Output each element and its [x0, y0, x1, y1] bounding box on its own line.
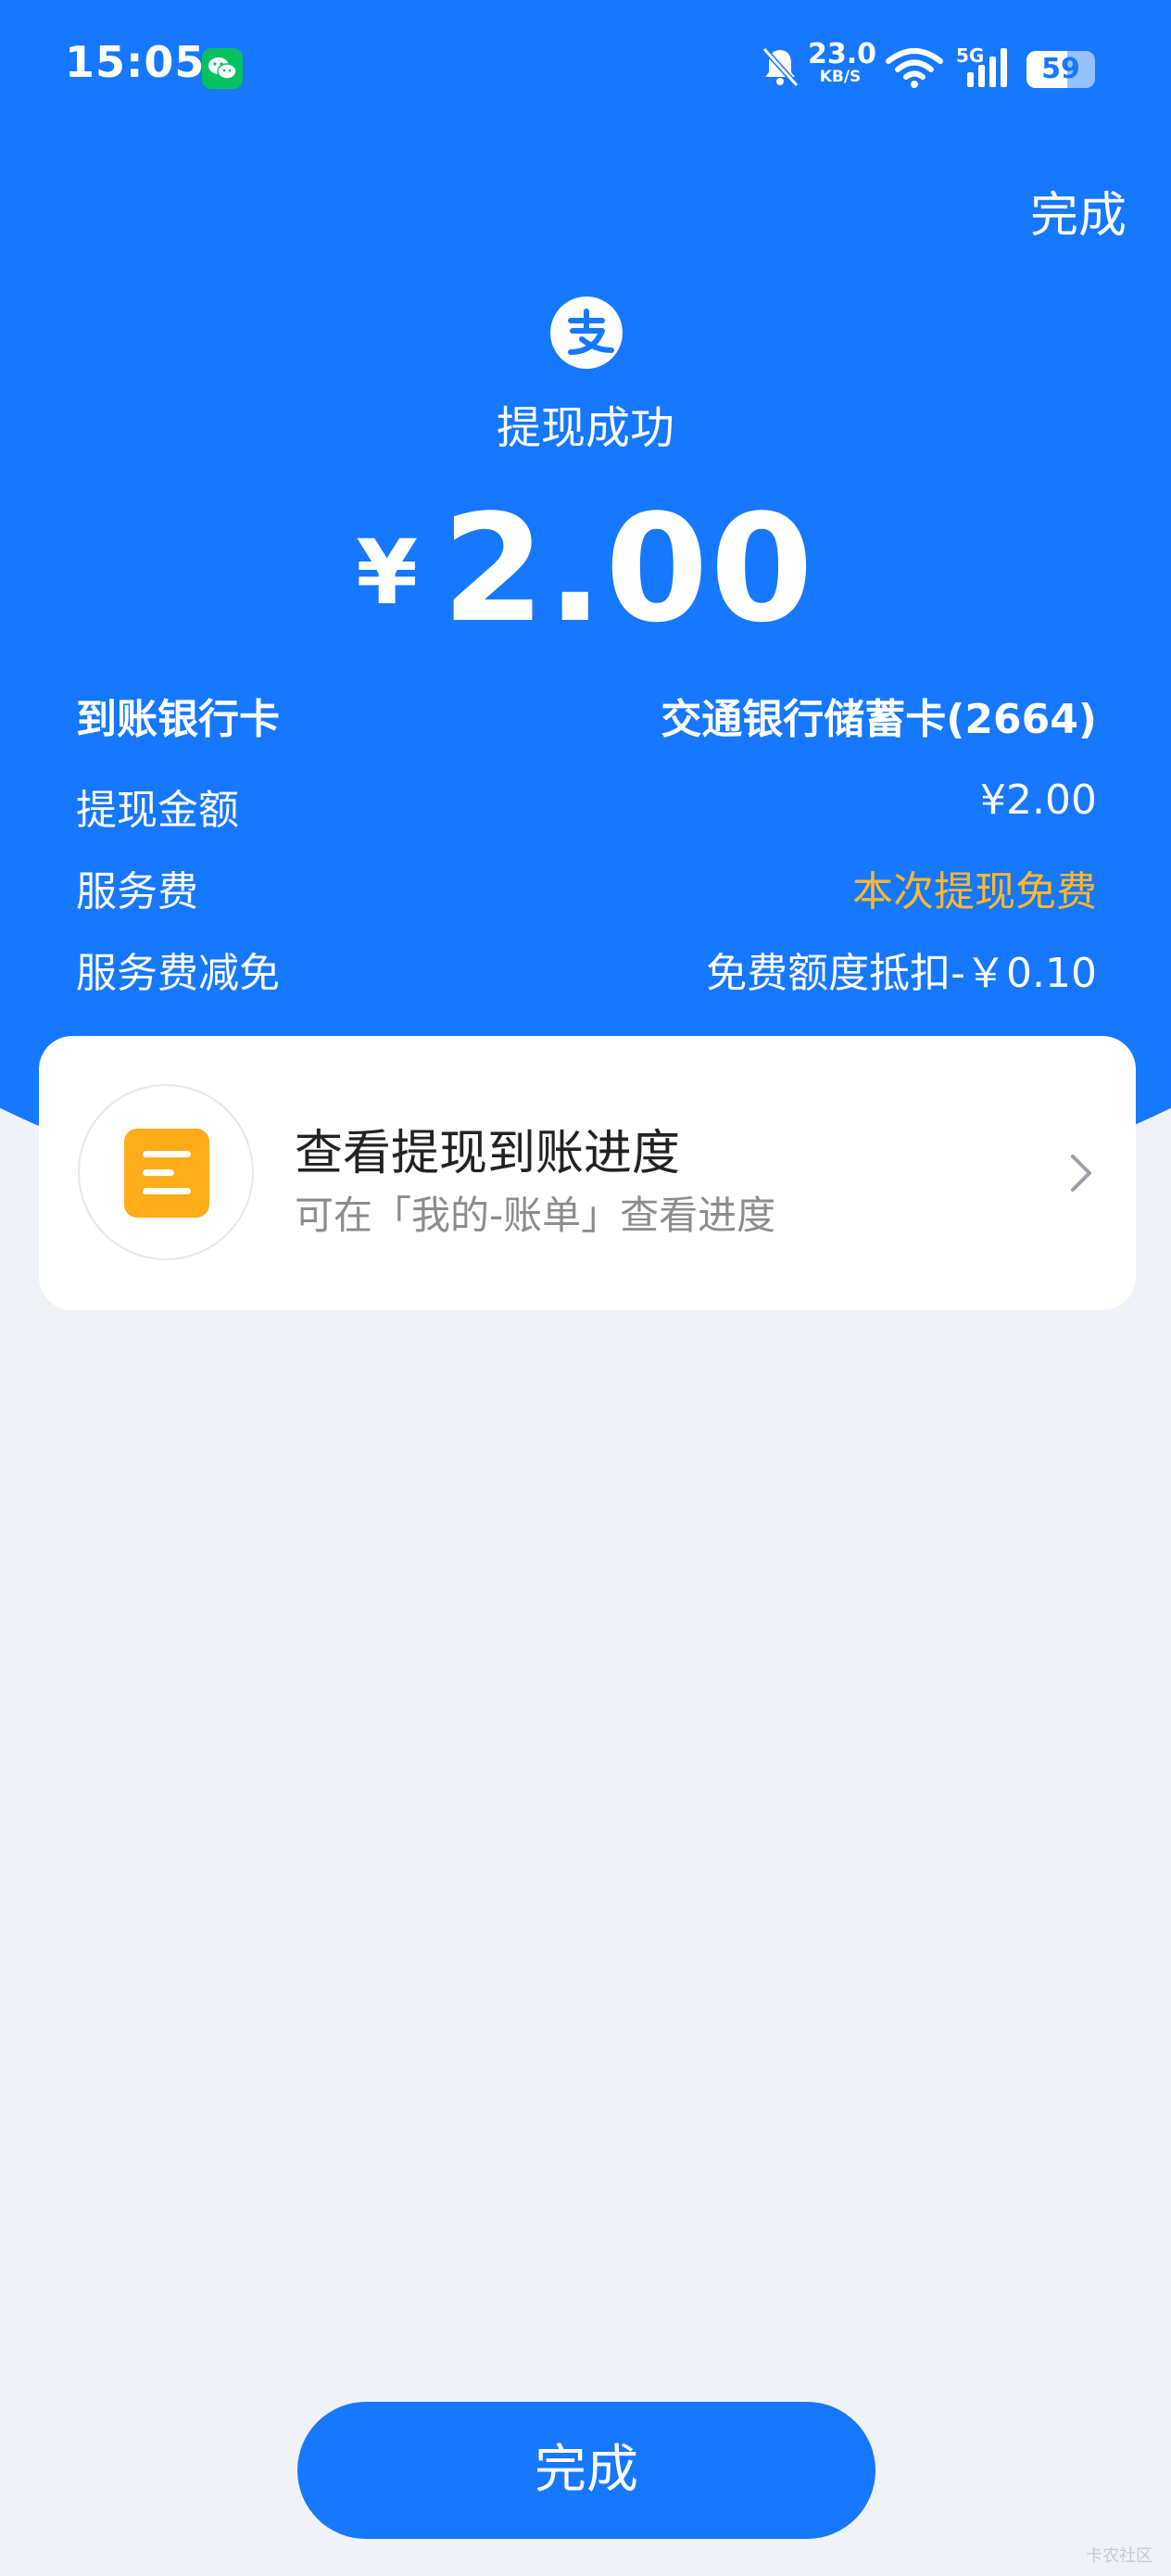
detail-value: 本次提现免费	[852, 868, 1097, 915]
detail-row-bank-card: 到账银行卡 交通银行储蓄卡(2664)	[76, 686, 1097, 777]
alipay-logo-icon	[550, 297, 623, 369]
done-top-button[interactable]: 完成	[1030, 176, 1127, 246]
detail-label: 服务费减免	[76, 950, 280, 997]
battery-icon: 59	[1026, 51, 1095, 88]
page-title: 提现成功	[496, 402, 674, 454]
withdraw-success-page: 15:05 23.0 KB/S 5G 59 完成 提现成功 ¥ 2.00 到账银…	[0, 0, 1171, 2576]
battery-level: 59	[1041, 53, 1080, 85]
detail-row-fee-waiver: 服务费减免 免费额度抵扣-￥0.10	[76, 940, 1097, 1021]
wifi-icon	[886, 48, 943, 88]
bill-icon-wrapper	[78, 1084, 254, 1260]
mute-bell-icon	[762, 46, 800, 88]
wechat-icon	[202, 48, 243, 89]
detail-value: ¥2.00	[980, 777, 1097, 824]
amount-currency: ¥	[356, 521, 419, 625]
detail-row-service-fee: 服务费 本次提现免费	[76, 858, 1097, 940]
detail-value: 免费额度抵扣-￥0.10	[706, 950, 1097, 997]
detail-label: 服务费	[76, 868, 198, 915]
progress-card[interactable]: 查看提现到账进度 可在「我的-账单」查看进度	[39, 1036, 1136, 1310]
status-bar: 15:05 23.0 KB/S 5G 59	[0, 0, 1171, 139]
withdraw-amount: ¥2.00	[0, 482, 1171, 655]
withdraw-details: 到账银行卡 交通银行储蓄卡(2664) 提现金额 ¥2.00 服务费 本次提现免…	[76, 686, 1097, 1021]
bill-list-icon	[124, 1129, 209, 1218]
chevron-right-icon	[1071, 1155, 1091, 1192]
network-speed: 23.0 KB/S	[808, 38, 877, 86]
detail-label: 提现金额	[76, 787, 239, 834]
detail-value: 交通银行储蓄卡(2664)	[661, 696, 1097, 743]
status-time: 15:05	[65, 37, 206, 87]
detail-label: 到账银行卡	[76, 696, 280, 743]
watermark: 卡农社区	[1086, 2546, 1152, 2566]
amount-value: 2.00	[442, 482, 815, 655]
detail-row-amount: 提现金额 ¥2.00	[76, 777, 1097, 858]
progress-card-subtitle: 可在「我的-账单」查看进度	[295, 1193, 776, 1238]
signal-icon	[967, 48, 1007, 87]
progress-card-title: 查看提现到账进度	[295, 1126, 681, 1181]
network-speed-value: 23.0	[808, 38, 877, 70]
network-speed-unit: KB/S	[819, 68, 862, 86]
done-button[interactable]: 完成	[297, 2402, 875, 2539]
